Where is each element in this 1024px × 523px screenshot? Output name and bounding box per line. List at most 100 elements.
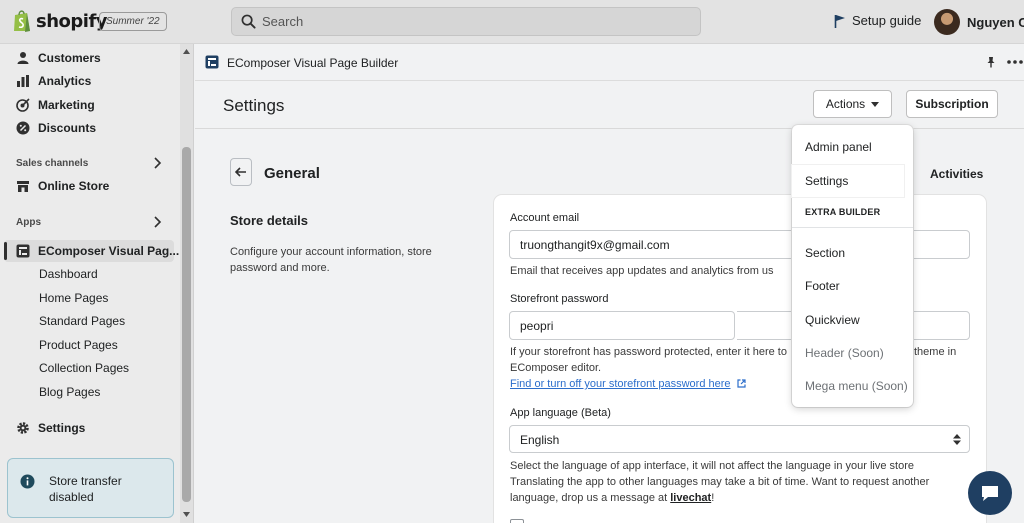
user-name: Nguyen Co [967,14,1024,30]
scroll-down-arrow-icon[interactable] [183,512,190,517]
target-icon [16,98,30,112]
livechat-button[interactable] [968,471,1012,515]
menu-item-settings[interactable]: Settings [805,174,848,188]
app-title: EComposer Visual Page Builder [227,56,399,70]
page-title: Settings [223,96,285,115]
account-email-help: Email that receives app updates and anal… [510,265,774,277]
menu-item-section[interactable]: Section [805,246,845,260]
store-transfer-text: Store transfer disabled [49,474,122,504]
sidebar-item-label: Analytics [38,74,92,88]
app-language-value: English [520,433,560,447]
sidebar-item-label: Customers [38,51,101,65]
sidebar-item-analytics[interactable]: Analytics [16,74,91,88]
storefront-password-link[interactable]: Find or turn off your storefront passwor… [510,378,731,390]
top-bar: shopify Summer '22 Setup guide Nguyen Co [0,0,1024,44]
pin-icon[interactable] [985,56,997,68]
apps-label: Apps [16,217,41,228]
menu-heading-extra-builder: EXTRA BUILDER [805,207,881,217]
setup-guide-label: Setup guide [852,13,922,28]
sidebar-item-customers[interactable]: Customers [16,51,101,65]
storefront-password-field[interactable] [509,311,735,340]
sidebar-subitem-home-pages[interactable]: Home Pages [39,291,108,305]
select-arrows-icon [953,434,961,445]
storefront-password-link-row: Find or turn off your storefront passwor… [510,376,746,392]
storefront-password-help: If your storefront has password protecte… [510,346,787,358]
shopify-logo[interactable]: shopify [12,9,108,33]
actions-button[interactable]: Actions [813,90,892,118]
discount-icon [16,121,30,135]
search-icon [241,14,256,29]
sidebar-item-label: Discounts [38,121,97,135]
active-indicator [4,242,7,260]
gear-icon [17,422,29,434]
sidebar-subitem-dashboard[interactable]: Dashboard [39,267,98,281]
arrow-left-icon [235,167,246,177]
more-horizontal-icon[interactable] [1007,60,1023,64]
store-icon [17,181,29,192]
search-bar[interactable] [231,7,701,36]
app-language-label: App language (Beta) [510,407,611,419]
language-help-line3: language, drop us a message at livechat! [510,490,714,506]
actions-label: Actions [825,97,866,111]
ecomposer-app-icon [16,244,30,258]
livechat-link[interactable]: livechat [670,492,711,504]
sidebar-item-label: Settings [38,421,86,435]
sales-channels-label: Sales channels [16,158,89,169]
app-header: EComposer Visual Page Builder [195,44,1024,81]
language-help-line2: Translating the app to other languages m… [510,476,930,488]
sidebar-item-label: EComposer Visual Pag... [38,244,180,258]
settings-header: Settings Actions Subscription [195,81,1024,129]
ecomposer-logo-icon [205,55,219,69]
search-input[interactable] [262,10,682,33]
store-transfer-banner: Store transfer disabled [7,458,174,518]
language-help-end: ! [711,492,715,504]
chevron-right-icon[interactable] [152,216,162,228]
sidebar-item-label: Online Store [38,179,110,193]
scroll-up-arrow-icon[interactable] [183,49,190,54]
sidebar-item-marketing[interactable]: Marketing [16,98,95,112]
menu-item-admin-panel[interactable]: Admin panel [805,140,872,154]
logo-text: shopify [36,10,108,32]
sidebar-subitem-collection-pages[interactable]: Collection Pages [39,361,129,375]
menu-item-footer[interactable]: Footer [805,279,840,293]
sidebar-item-settings[interactable]: Settings [16,421,85,435]
checkbox[interactable] [510,519,524,523]
person-icon [17,52,29,64]
user-menu[interactable]: Nguyen Co [934,9,1024,35]
menu-item-header-soon: Header (Soon) [805,346,884,360]
storefront-password-help-line2: EComposer editor. [510,362,602,374]
chat-bubble-icon [982,486,998,501]
subscription-button[interactable]: Subscription [906,90,998,118]
sidebar-subitem-blog-pages[interactable]: Blog Pages [39,385,100,399]
language-help-text: language, drop us a message at [510,492,668,504]
sidebar-scrollbar[interactable] [180,44,193,523]
sidebar-item-discounts[interactable]: Discounts [16,121,96,135]
sidebar-item-ecomposer-label[interactable]: EComposer Visual Pag... [16,244,179,258]
language-help-line1: Select the language of app interface, it… [510,460,914,472]
sidebar-item-online-store[interactable]: Online Store [16,179,109,193]
bar-chart-icon [17,75,29,87]
chevron-right-icon[interactable] [152,157,162,169]
back-button[interactable] [230,158,252,186]
avatar [934,9,960,35]
edition-badge: Summer '22 [99,12,167,31]
sidebar-subitem-standard-pages[interactable]: Standard Pages [39,314,125,328]
sidebar-subitem-product-pages[interactable]: Product Pages [39,338,118,352]
menu-item-mega-menu-soon: Mega menu (Soon) [805,379,908,393]
flag-icon [834,14,845,28]
activities-link[interactable]: Activities [930,167,983,181]
actions-dropdown-menu: Admin panel Settings EXTRA BUILDER Secti… [792,125,913,407]
app-language-select[interactable]: English [509,425,970,453]
sidebar: Customers Analytics Marketing Discounts … [0,44,194,523]
section-title: General [264,165,320,182]
store-details-description: Configure your account information, stor… [230,246,432,274]
setup-guide-link[interactable]: Setup guide [834,13,921,28]
store-details-title: Store details [230,213,309,228]
external-link-icon[interactable] [736,379,746,388]
account-email-label: Account email [510,212,580,224]
scroll-thumb[interactable] [182,147,191,502]
menu-divider [792,227,913,228]
storefront-password-help-tail: theme in [914,346,957,358]
sidebar-item-label: Marketing [38,98,95,112]
menu-item-quickview[interactable]: Quickview [805,313,860,327]
